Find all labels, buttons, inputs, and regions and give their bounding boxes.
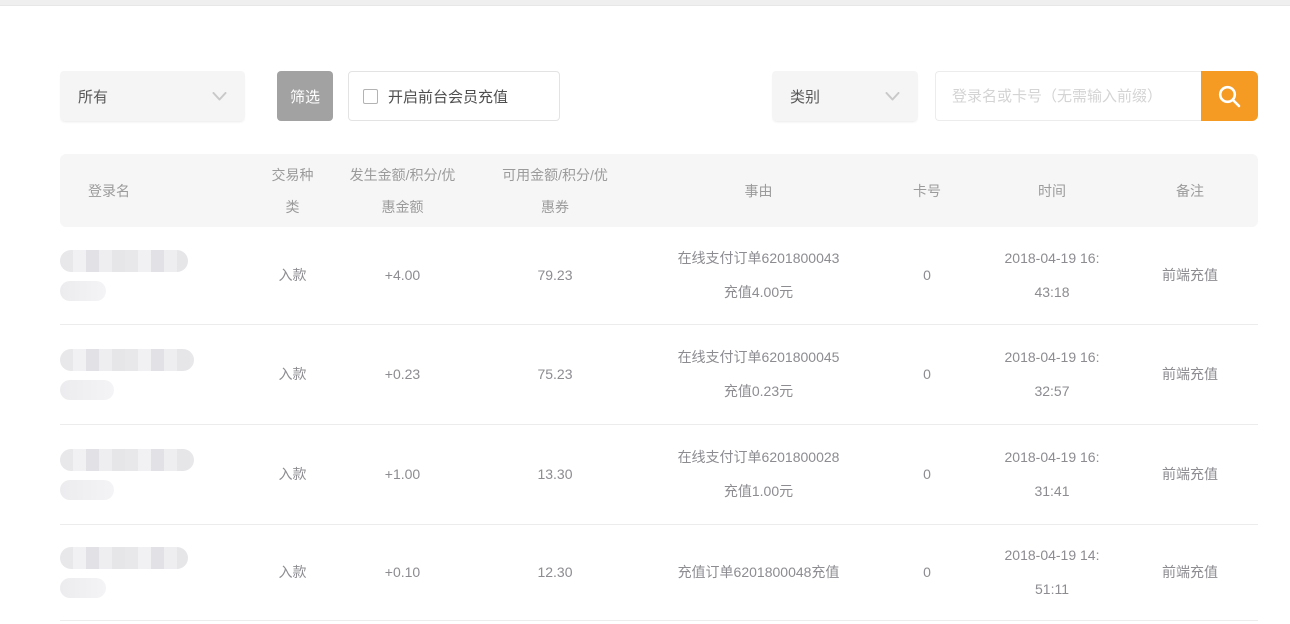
chevron-down-icon bbox=[885, 92, 900, 101]
reason-line: 充值0.23元 bbox=[645, 374, 872, 408]
amount-cell: +1.00 bbox=[340, 424, 465, 524]
col-header-amount: 发生金额/积分/优惠金额 bbox=[340, 154, 465, 227]
search-button[interactable] bbox=[1201, 71, 1258, 121]
reason-line: 在线支付订单6201800028 bbox=[645, 440, 872, 474]
amount-cell: +0.10 bbox=[340, 524, 465, 620]
reason-cell: 在线支付订单6201800043 充值4.00元 bbox=[645, 227, 872, 324]
magnifier-icon bbox=[1216, 83, 1243, 110]
masked-login-line bbox=[60, 480, 114, 500]
login-cell-masked bbox=[60, 324, 245, 424]
recharge-records-table: 登录名 交易种类 发生金额/积分/优惠金额 可用金额/积分/优惠券 事由 卡号 … bbox=[60, 154, 1258, 621]
time-cell: 2018-04-19 16: 32:57 bbox=[982, 324, 1122, 424]
time-line: 31:41 bbox=[982, 474, 1122, 508]
col-header-available: 可用金额/积分/优惠券 bbox=[465, 154, 645, 227]
amount-cell: +4.00 bbox=[340, 227, 465, 324]
reason-line: 充值1.00元 bbox=[645, 474, 872, 508]
time-cell: 2018-04-19 16: 31:41 bbox=[982, 424, 1122, 524]
checkbox-label: 开启前台会员充值 bbox=[388, 86, 508, 107]
login-cell-masked bbox=[60, 524, 245, 620]
table-header: 登录名 交易种类 发生金额/积分/优惠金额 可用金额/积分/优惠券 事由 卡号 … bbox=[60, 154, 1258, 227]
card-cell: 0 bbox=[872, 524, 982, 620]
available-cell: 79.23 bbox=[465, 227, 645, 324]
table-row: 入款 +0.23 75.23 在线支付订单6201800045 充值0.23元 … bbox=[60, 324, 1258, 424]
reason-line: 在线支付订单6201800045 bbox=[645, 340, 872, 374]
time-line: 2018-04-19 16: bbox=[982, 440, 1122, 474]
reason-cell: 在线支付订单6201800028 充值1.00元 bbox=[645, 424, 872, 524]
type-cell: 入款 bbox=[245, 227, 340, 324]
masked-login-line bbox=[60, 547, 188, 569]
card-cell: 0 bbox=[872, 424, 982, 524]
masked-login-line bbox=[60, 250, 188, 272]
reason-cell: 在线支付订单6201800045 充值0.23元 bbox=[645, 324, 872, 424]
scope-select-value: 所有 bbox=[78, 86, 108, 107]
search-bar bbox=[935, 71, 1258, 121]
login-cell-masked bbox=[60, 424, 245, 524]
top-strip bbox=[0, 0, 1290, 6]
type-cell: 入款 bbox=[245, 524, 340, 620]
remark-cell: 前端充值 bbox=[1122, 324, 1258, 424]
available-cell: 13.30 bbox=[465, 424, 645, 524]
category-select[interactable]: 类别 bbox=[772, 71, 918, 121]
scope-select[interactable]: 所有 bbox=[60, 71, 245, 121]
reason-line: 在线支付订单6201800043 bbox=[645, 241, 872, 275]
masked-login-line bbox=[60, 281, 106, 301]
remark-cell: 前端充值 bbox=[1122, 227, 1258, 324]
member-recharge-records-panel: 所有 筛选 开启前台会员充值 类别 bbox=[60, 71, 1258, 621]
masked-login-line bbox=[60, 349, 194, 371]
time-line: 2018-04-19 16: bbox=[982, 241, 1122, 275]
login-cell-masked bbox=[60, 227, 245, 324]
table-row: 入款 +0.10 12.30 充值订单6201800048充值 0 2018-0… bbox=[60, 524, 1258, 620]
remark-cell: 前端充值 bbox=[1122, 524, 1258, 620]
card-cell: 0 bbox=[872, 324, 982, 424]
remark-cell: 前端充值 bbox=[1122, 424, 1258, 524]
amount-cell: +0.23 bbox=[340, 324, 465, 424]
col-header-login: 登录名 bbox=[60, 154, 245, 227]
reason-line: 充值订单6201800048充值 bbox=[645, 555, 872, 589]
checkbox-unchecked-icon[interactable] bbox=[363, 89, 378, 104]
type-cell: 入款 bbox=[245, 424, 340, 524]
category-select-value: 类别 bbox=[790, 86, 820, 107]
table-row: 入款 +4.00 79.23 在线支付订单6201800043 充值4.00元 … bbox=[60, 227, 1258, 324]
col-header-reason: 事由 bbox=[645, 154, 872, 227]
time-cell: 2018-04-19 14: 51:11 bbox=[982, 524, 1122, 620]
available-cell: 12.30 bbox=[465, 524, 645, 620]
chevron-down-icon bbox=[212, 92, 227, 101]
available-cell: 75.23 bbox=[465, 324, 645, 424]
front-recharge-checkbox[interactable]: 开启前台会员充值 bbox=[348, 71, 560, 121]
time-line: 32:57 bbox=[982, 374, 1122, 408]
col-header-type: 交易种类 bbox=[245, 154, 340, 227]
time-line: 2018-04-19 14: bbox=[982, 538, 1122, 572]
masked-login-line bbox=[60, 449, 194, 471]
masked-login-line bbox=[60, 380, 114, 400]
time-line: 43:18 bbox=[982, 275, 1122, 309]
time-line: 2018-04-19 16: bbox=[982, 340, 1122, 374]
toolbar: 所有 筛选 开启前台会员充值 类别 bbox=[60, 71, 1258, 121]
card-cell: 0 bbox=[872, 227, 982, 324]
search-input[interactable] bbox=[935, 71, 1201, 121]
col-header-time: 时间 bbox=[982, 154, 1122, 227]
time-cell: 2018-04-19 16: 43:18 bbox=[982, 227, 1122, 324]
col-header-card: 卡号 bbox=[872, 154, 982, 227]
type-cell: 入款 bbox=[245, 324, 340, 424]
masked-login-line bbox=[60, 578, 106, 598]
filter-button[interactable]: 筛选 bbox=[277, 71, 333, 121]
time-line: 51:11 bbox=[982, 572, 1122, 606]
reason-line: 充值4.00元 bbox=[645, 275, 872, 309]
table-row: 入款 +1.00 13.30 在线支付订单6201800028 充值1.00元 … bbox=[60, 424, 1258, 524]
reason-cell: 充值订单6201800048充值 bbox=[645, 524, 872, 620]
col-header-remark: 备注 bbox=[1122, 154, 1258, 227]
